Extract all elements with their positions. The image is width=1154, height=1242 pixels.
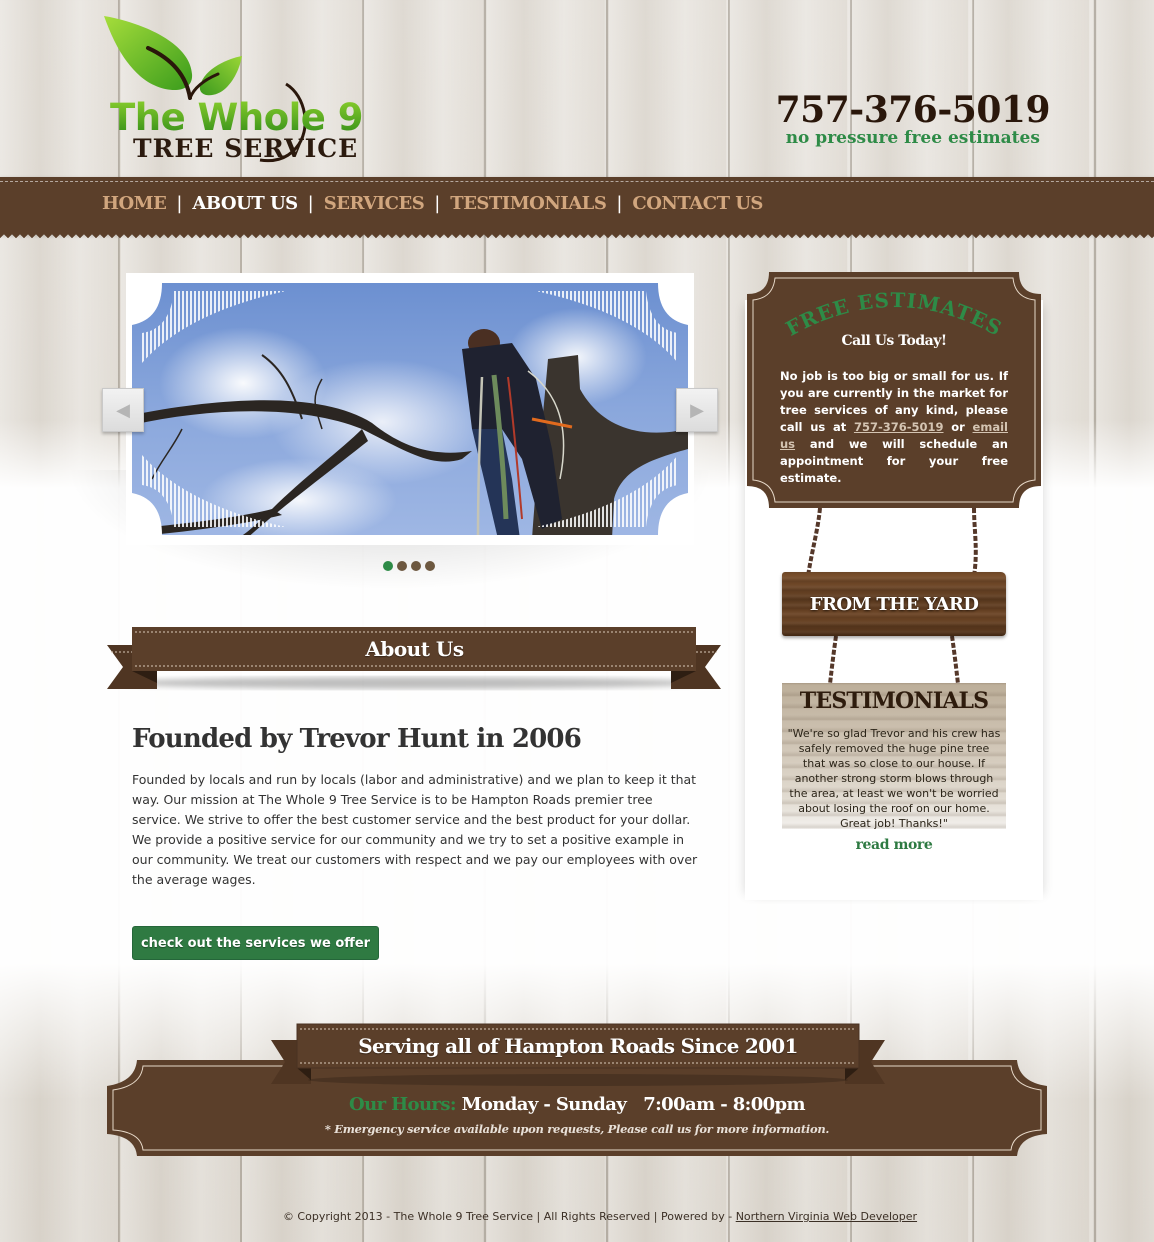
- nav-separator: |: [616, 193, 623, 214]
- nav-separator: |: [176, 193, 183, 214]
- testimonial-quote: "We're so glad Trevor and his crew has s…: [787, 727, 1001, 830]
- slider-dot-2[interactable]: [397, 561, 407, 571]
- site-logo[interactable]: The Whole 9 TREE SERVICE: [100, 12, 400, 170]
- logo-text-primary: The Whole 9: [110, 96, 364, 139]
- slider-prev-button[interactable]: ◀: [102, 388, 144, 432]
- estimate-body-text: and we will schedule an appointment for …: [780, 437, 1008, 485]
- estimate-body: No job is too big or small for us. If yo…: [780, 368, 1008, 487]
- footer-ribbon-title: Serving all of Hampton Roads Since 2001: [358, 1034, 798, 1058]
- nav-separator: |: [434, 193, 441, 214]
- hours-times: 7:00am - 8:00pm: [643, 1094, 805, 1115]
- copyright-footer: © Copyright 2013 - The Whole 9 Tree Serv…: [0, 1210, 1154, 1223]
- developer-link[interactable]: Northern Virginia Web Developer: [736, 1210, 917, 1223]
- from-the-yard-sign: FROM THE YARD: [782, 572, 1006, 636]
- nav-item-home[interactable]: HOME: [102, 193, 167, 214]
- chevron-left-icon: ◀: [116, 399, 130, 421]
- slider-dot-1[interactable]: [383, 561, 393, 571]
- logo-text-secondary: TREE SERVICE: [133, 134, 359, 163]
- nav-list: HOME | ABOUT US | SERVICES | TESTIMONIAL…: [102, 193, 763, 214]
- business-hours: Our Hours: Monday - Sunday 7:00am - 8:00…: [107, 1094, 1047, 1115]
- chevron-right-icon: ▶: [690, 399, 704, 421]
- nav-item-contact-us[interactable]: CONTACT US: [632, 193, 763, 214]
- hours-label: Our Hours:: [349, 1094, 456, 1115]
- services-cta-button[interactable]: check out the services we offer: [132, 926, 379, 960]
- nav-item-testimonials[interactable]: TESTIMONIALS: [450, 193, 607, 214]
- nav-item-services[interactable]: SERVICES: [324, 193, 425, 214]
- testimonial-board: TESTIMONIALS "We're so glad Trevor and h…: [782, 683, 1006, 830]
- header-phone-number[interactable]: 757-376-5019: [776, 88, 1051, 132]
- estimate-phone-link[interactable]: 757-376-5019: [854, 420, 944, 434]
- emergency-note: * Emergency service available upon reque…: [324, 1122, 830, 1136]
- header-tagline: no pressure free estimates: [785, 128, 1040, 148]
- slide-image-tree-climber: [132, 279, 688, 539]
- free-estimates-sign: FREE ESTIMATES Call Us Today! No job is …: [747, 272, 1041, 508]
- estimate-title-arc: FREE ESTIMATES: [782, 288, 1006, 341]
- slide-frame: [126, 273, 694, 545]
- slider-next-button[interactable]: ▶: [676, 388, 718, 432]
- copyright-text: © Copyright 2013 - The Whole 9 Tree Serv…: [282, 1210, 736, 1223]
- nav-item-about-us[interactable]: ABOUT US: [192, 193, 298, 214]
- nav-separator: |: [307, 193, 314, 214]
- header-contact: 757-376-5019 no pressure free estimates: [776, 88, 1051, 148]
- about-ribbon-title: About Us: [365, 637, 464, 661]
- slider-dot-4[interactable]: [425, 561, 435, 571]
- about-body-text: Founded by locals and run by locals (lab…: [132, 772, 698, 887]
- testimonials-title: TESTIMONIALS: [799, 688, 989, 714]
- image-slider: [126, 273, 694, 545]
- estimate-body-text: or: [943, 420, 973, 434]
- about-ribbon-banner: About Us: [107, 627, 721, 693]
- read-more-link[interactable]: read more: [782, 837, 1006, 853]
- slider-pagination: [383, 561, 435, 571]
- hours-sign: Serving all of Hampton Roads Since 2001 …: [107, 1022, 1047, 1156]
- from-the-yard-title: FROM THE YARD: [809, 593, 979, 615]
- main-navigation: HOME | ABOUT US | SERVICES | TESTIMONIAL…: [0, 177, 1154, 239]
- hours-days: Monday - Sunday: [461, 1094, 627, 1115]
- slider-dot-3[interactable]: [411, 561, 421, 571]
- about-heading: Founded by Trevor Hunt in 2006: [132, 724, 582, 754]
- estimate-subtitle: Call Us Today!: [841, 333, 947, 349]
